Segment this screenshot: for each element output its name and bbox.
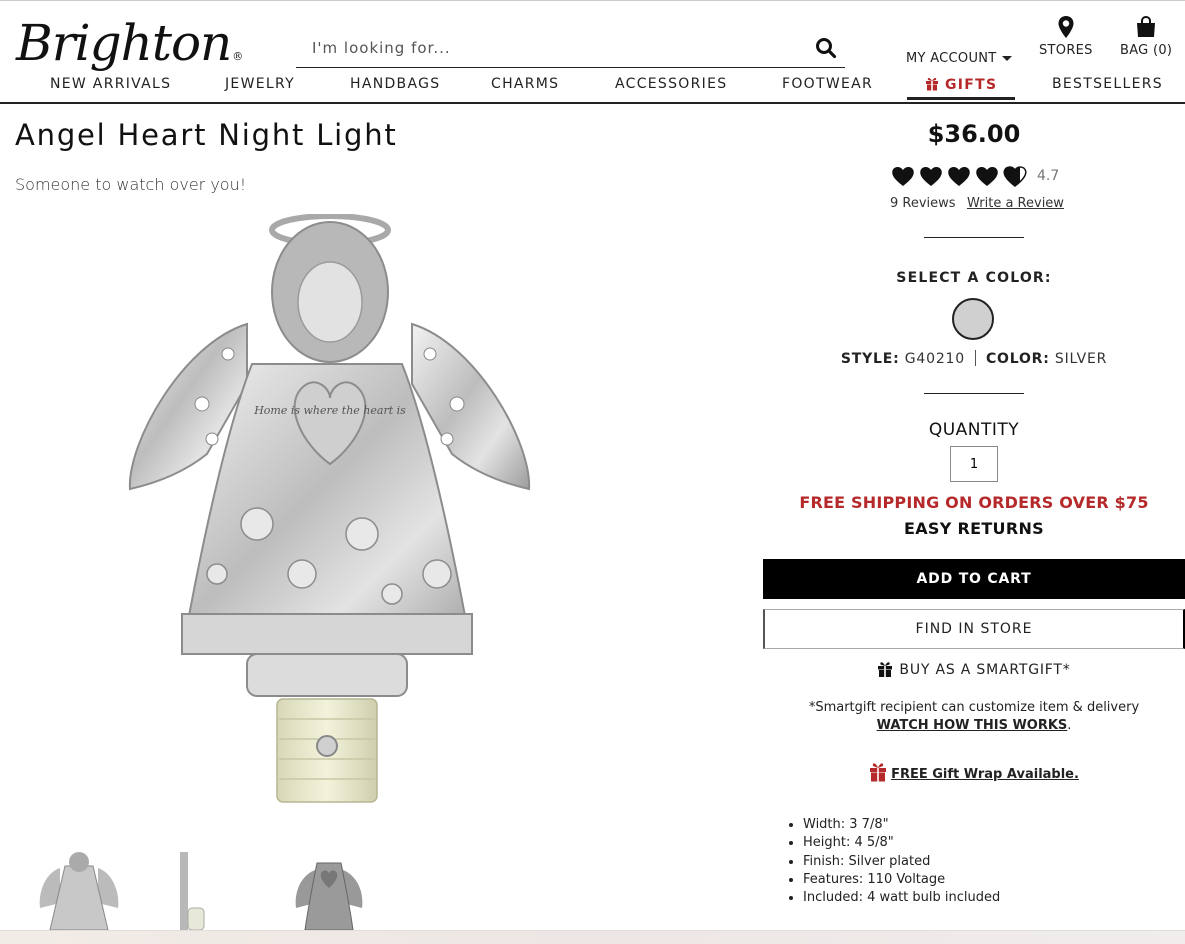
thumbnail-back-image [295, 862, 363, 930]
thumbnail-back[interactable] [270, 848, 388, 930]
thumbnail-side-image [180, 852, 205, 930]
footer-strip [0, 930, 1185, 944]
stores-label: STORES [1039, 43, 1093, 58]
nav-item-jewelry[interactable]: JEWELRY [225, 76, 295, 92]
spec-item-included: Included: 4 watt bulb included [803, 889, 1000, 907]
heart-icon-partial [1003, 166, 1027, 187]
smartgift-note: *Smartgift recipient can customize item … [808, 700, 1140, 715]
stores-link[interactable]: STORES [1039, 15, 1093, 58]
color-label: COLOR: [985, 351, 1050, 367]
location-pin-icon [1058, 16, 1074, 38]
nav-item-charms[interactable]: CHARMS [491, 76, 559, 92]
chevron-down-icon [1001, 56, 1012, 61]
my-account-menu[interactable]: MY ACCOUNT [906, 51, 1012, 66]
product-purchase-panel: $36.00 4.7 9 Reviews Write a Review SELE… [763, 104, 1185, 930]
find-in-store-button[interactable]: FIND IN STORE [763, 609, 1185, 649]
nav-item-gifts-label: GIFTS [945, 77, 998, 93]
free-shipping-message: FREE SHIPPING ON ORDERS OVER $75 [799, 493, 1149, 512]
gift-wrap-info: FREE Gift Wrap Available. [763, 760, 1185, 782]
quantity-input[interactable] [950, 446, 998, 482]
divider [924, 393, 1024, 394]
logo-text: Brighton [16, 14, 232, 72]
product-tagline: Someone to watch over you! [15, 175, 247, 194]
nav-item-footwear[interactable]: FOOTWEAR [782, 76, 873, 92]
spec-item-width: Width: 3 7/8" [803, 816, 1000, 834]
angel-night-light-illustration: Home is where the heart is [128, 213, 531, 803]
heart-icon [892, 167, 914, 186]
logo-registered-mark: ® [232, 50, 243, 63]
gift-icon [878, 662, 893, 677]
quantity-label: QUANTITY [928, 420, 1020, 440]
my-account-label: MY ACCOUNT [906, 51, 997, 66]
spec-item-features: Features: 110 Voltage [803, 871, 1000, 889]
nav-item-gifts[interactable]: GIFTS [907, 76, 1016, 100]
watch-how-this-works-link[interactable]: WATCH HOW THIS WORKS [877, 718, 1068, 733]
shopping-bag-link[interactable]: BAG (0) [1120, 15, 1172, 58]
heart-icon [948, 167, 970, 186]
gift-icon [926, 78, 938, 91]
divider [924, 237, 1024, 238]
thumbnail-front-image [39, 852, 119, 930]
nav-item-accessories[interactable]: ACCESSORIES [615, 76, 727, 92]
shopping-bag-icon [1137, 15, 1156, 37]
gift-icon [870, 763, 887, 782]
spec-item-finish: Finish: Silver plated [803, 853, 1000, 871]
easy-returns-message: EASY RETURNS [904, 519, 1044, 538]
heart-inscription: Home is where the heart is [253, 404, 406, 417]
rating-hearts: 4.7 [891, 164, 1059, 188]
bag-label: BAG (0) [1120, 43, 1173, 58]
write-review-link[interactable]: Write a Review [967, 196, 1064, 211]
thumbnail-side[interactable] [144, 848, 262, 930]
buy-as-smartgift-button[interactable]: BUY AS A SMARTGIFT* [763, 660, 1185, 678]
nav-item-new-arrivals[interactable]: NEW ARRIVALS [50, 76, 171, 92]
style-color-info: STYLE: G40210 COLOR: SILVER [763, 350, 1185, 367]
main-nav: NEW ARRIVALS JEWELRY HANDBAGS CHARMS ACC… [0, 76, 1185, 103]
style-value: G40210 [904, 351, 965, 367]
spec-item-height: Height: 4 5/8" [803, 834, 1000, 852]
select-color-label: SELECT A COLOR: [896, 270, 1052, 286]
free-gift-wrap-link[interactable]: FREE Gift Wrap Available. [891, 767, 1079, 782]
nav-item-bestsellers[interactable]: BESTSELLERS [1052, 76, 1163, 92]
color-swatch-silver[interactable] [952, 298, 994, 340]
style-label: STYLE: [840, 351, 900, 367]
product-price: $36.00 [927, 120, 1021, 148]
reviews-count[interactable]: 9 Reviews [890, 196, 956, 211]
smartgift-label: BUY AS A SMARTGIFT* [899, 662, 1071, 678]
thumbnail-front[interactable] [20, 848, 138, 930]
add-to-cart-button[interactable]: ADD TO CART [763, 559, 1185, 599]
color-value: SILVER [1054, 351, 1108, 367]
site-header: Brighton® MY ACCOUNT STORES BAG (0) NEW … [0, 0, 1185, 104]
product-main-image[interactable]: Home is where the heart is [32, 213, 626, 806]
nav-item-handbags[interactable]: HANDBAGS [350, 76, 440, 92]
heart-icon [920, 167, 942, 186]
product-specs-list: Width: 3 7/8" Height: 4 5/8" Finish: Sil… [803, 816, 1000, 907]
watch-link-suffix: . [1067, 718, 1072, 733]
heart-icon [976, 167, 998, 186]
search-bar [296, 31, 845, 68]
rating-value: 4.7 [1037, 168, 1060, 184]
thumbnail-strip [20, 848, 400, 930]
product-title: Angel Heart Night Light [15, 118, 398, 152]
watch-how-it-works: WATCH HOW THIS WORKS. [763, 718, 1185, 733]
search-icon[interactable] [815, 37, 837, 59]
separator [974, 350, 976, 366]
search-input[interactable] [296, 31, 796, 65]
